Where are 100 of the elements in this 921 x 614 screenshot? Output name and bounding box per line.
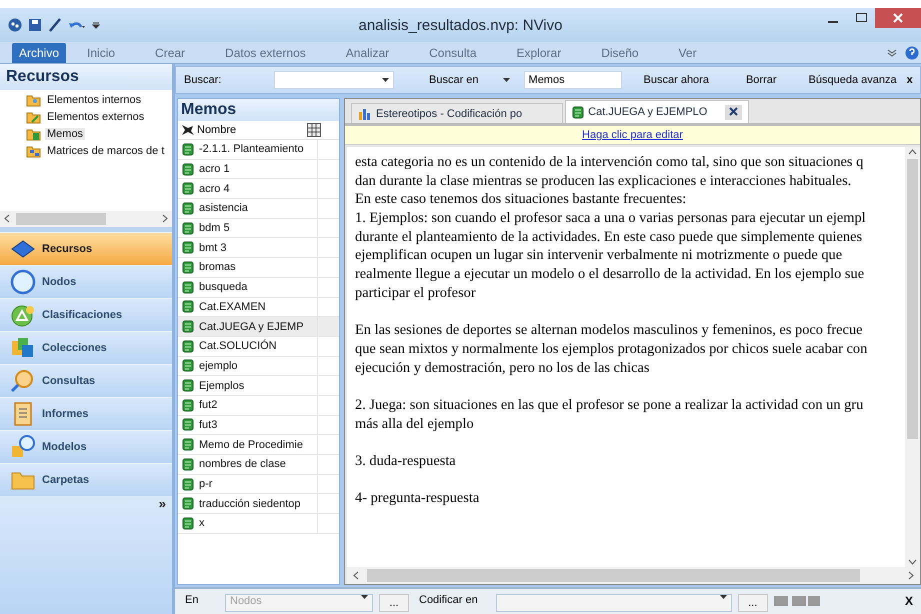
memo-name[interactable]: bromas (197, 258, 318, 277)
customize-menu-icon[interactable] (92, 20, 100, 30)
memo-name[interactable]: Ejemplos (197, 376, 318, 395)
scroll-down-icon[interactable] (908, 559, 917, 565)
more-glyph[interactable]: » (158, 496, 166, 510)
tree-item[interactable]: Matrices de marcos de t (45, 145, 166, 157)
memo-name[interactable]: -2.1.1. Planteamiento (197, 140, 318, 159)
memo-name[interactable]: Cat.SOLUCIÓN (197, 336, 318, 356)
memo-icon (182, 418, 194, 432)
navigation-section[interactable]: Modelos (0, 430, 172, 462)
navigation-section[interactable]: Colecciones (0, 330, 172, 364)
memo-name[interactable]: p-r (197, 474, 318, 494)
scroll-right-icon[interactable] (162, 214, 168, 223)
memo-name[interactable]: traducción siedentop (197, 494, 318, 514)
pen-icon[interactable] (48, 18, 62, 32)
document-tab[interactable]: Estereotipos - Codificación po (351, 103, 564, 123)
chevron-down-icon[interactable] (887, 48, 897, 56)
ribbon-tab[interactable]: Crear (148, 43, 192, 63)
circle-icon (10, 268, 36, 294)
search-icon (10, 368, 36, 394)
memo-icon (182, 359, 194, 372)
memo-name[interactable]: Memo de Procedimie (197, 435, 318, 454)
ribbon-tab[interactable]: Analizar (338, 43, 396, 63)
close-tab-button[interactable] (725, 104, 742, 120)
memo-name[interactable]: x (197, 514, 318, 533)
memo-name[interactable]: fut2 (197, 396, 318, 415)
save-icon[interactable] (28, 18, 42, 32)
memo-icon (182, 478, 194, 491)
navigation-section[interactable]: Clasificaciones (0, 298, 172, 330)
search-in-button[interactable]: Buscar en (429, 74, 479, 86)
maximize-icon (856, 13, 866, 23)
close-icon (729, 107, 738, 116)
memo-icon (182, 182, 194, 196)
memo-icon (182, 340, 194, 353)
dropdown-caret-icon (361, 595, 368, 599)
toolbar-button[interactable]: Borrar (746, 74, 777, 86)
toolbar-button[interactable]: Buscar ahora (644, 74, 709, 86)
navigation-section[interactable]: Carpetas (0, 462, 172, 496)
ribbon-tab[interactable]: Datos externos (218, 43, 313, 63)
tree-item[interactable]: Memos (45, 128, 86, 140)
column-header[interactable]: Nombre (197, 124, 307, 136)
scroll-left-icon[interactable] (4, 214, 10, 223)
window-title: analisis_resultados.nvp: NVivo (357, 17, 564, 34)
memo-name[interactable]: asistencia (197, 199, 318, 218)
dropdown-caret-icon (382, 78, 389, 82)
navigation-section[interactable]: Nodos (0, 264, 172, 298)
search-label: Buscar: (184, 74, 222, 86)
folder-icon (26, 128, 41, 140)
dropdown-caret-icon (502, 78, 510, 82)
pane-title: Recursos (0, 64, 172, 90)
memo-name[interactable]: nombres de clase (197, 455, 318, 474)
toolbar-button[interactable]: Búsqueda avanza (808, 74, 897, 86)
memo-icon (182, 438, 194, 452)
scrollbar-thumb[interactable] (907, 159, 918, 439)
navigation-section[interactable]: Recursos (0, 232, 172, 264)
ribbon-tab[interactable]: Ver (672, 43, 704, 63)
memo-icon (182, 241, 194, 254)
memo-name[interactable]: fut3 (197, 416, 318, 434)
memo-name[interactable]: Cat.EXAMEN (197, 298, 318, 316)
memo-icon (182, 142, 194, 156)
search-field[interactable] (274, 71, 394, 89)
memo-icon (572, 106, 584, 118)
memo-name[interactable]: bmt 3 (197, 238, 318, 258)
ribbon-tab[interactable]: Explorar (510, 43, 568, 63)
tree-item[interactable]: Elementos externos (45, 111, 146, 123)
close-button[interactable] (875, 8, 921, 28)
dropdown-caret-icon (720, 595, 727, 599)
edit-link[interactable]: Haga clic para editar (582, 129, 683, 141)
memo-name[interactable]: acro 4 (197, 179, 318, 198)
memo-name[interactable]: bdm 5 (197, 218, 318, 238)
ribbon-tab[interactable]: Diseño (594, 43, 646, 63)
ribbon-tab[interactable]: Archivo (12, 43, 66, 63)
scroll-left-icon[interactable] (353, 571, 359, 580)
memo-name[interactable]: acro 1 (197, 160, 318, 178)
browse-button[interactable]: ... (738, 594, 768, 612)
app-logo-icon (8, 18, 22, 32)
scroll-up-icon[interactable] (908, 149, 917, 155)
browse-button[interactable]: ... (379, 594, 409, 612)
tree-item[interactable]: Elementos internos (45, 94, 144, 106)
navigation-section[interactable]: Informes (0, 396, 172, 430)
document-tab[interactable]: Cat.JUEGA y EJEMPLO (565, 100, 750, 123)
pane-title: Memos (178, 99, 339, 121)
memo-icon (182, 300, 194, 314)
memo-icon (182, 497, 194, 510)
close-search-button[interactable]: x (906, 74, 913, 86)
ribbon-tab[interactable]: Consulta (422, 43, 484, 63)
search-in-field[interactable]: Memos (524, 71, 622, 89)
memo-icon (182, 222, 194, 235)
navigation-section[interactable]: Consultas (0, 364, 172, 396)
grid-icon[interactable] (307, 123, 321, 137)
memo-icon (182, 458, 194, 471)
help-icon[interactable] (905, 46, 919, 60)
shapes-icon (10, 434, 36, 460)
close-coding-bar-button[interactable]: X (904, 594, 913, 608)
memo-name[interactable]: ejemplo (197, 356, 318, 376)
ribbon-tab[interactable]: Inicio (80, 43, 122, 63)
scrollbar-thumb[interactable] (367, 569, 860, 582)
scroll-right-icon[interactable] (908, 571, 914, 580)
scrollbar-thumb[interactable] (16, 212, 106, 224)
memo-name[interactable]: busqueda (197, 278, 318, 296)
